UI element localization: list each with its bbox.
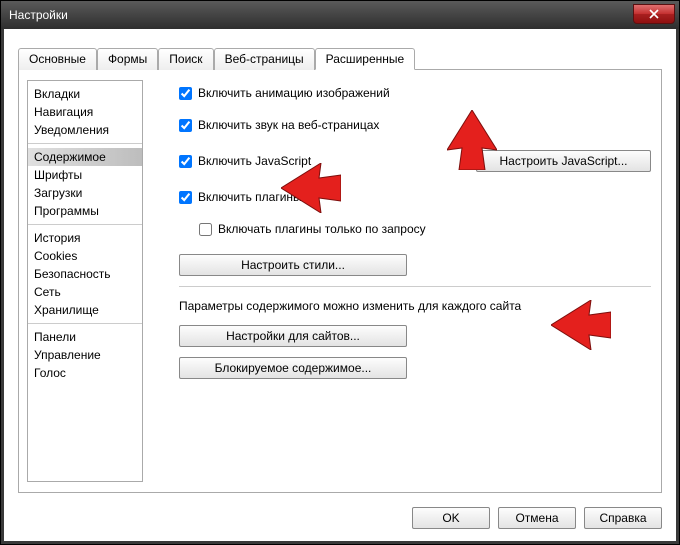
per-site-text: Параметры содержимого можно изменить для… <box>179 299 651 313</box>
sidebar-group-3: Панели Управление Голос <box>28 324 142 386</box>
label-enable-sound: Включить звук на веб-страницах <box>198 118 379 132</box>
site-settings-button[interactable]: Настройки для сайтов... <box>179 325 407 347</box>
content-pane: Включить анимацию изображений Включить з… <box>151 80 651 482</box>
tab-panel-advanced: Вкладки Навигация Уведомления Содержимое… <box>18 69 662 493</box>
sidebar: Вкладки Навигация Уведомления Содержимое… <box>27 80 143 482</box>
sidebar-group-0: Вкладки Навигация Уведомления <box>28 81 142 144</box>
sidebar-group-1: Содержимое Шрифты Загрузки Программы <box>28 144 142 225</box>
sidebar-item-navigation[interactable]: Навигация <box>28 103 142 121</box>
titlebar: Настройки <box>1 1 679 29</box>
checkbox-enable-js[interactable] <box>179 155 192 168</box>
sidebar-item-content[interactable]: Содержимое <box>28 148 142 166</box>
dialog-title: Настройки <box>9 8 68 22</box>
cancel-button[interactable]: Отмена <box>498 507 576 529</box>
configure-js-button[interactable]: Настроить JavaScript... <box>476 150 651 172</box>
sidebar-item-network[interactable]: Сеть <box>28 283 142 301</box>
tab-forms[interactable]: Формы <box>97 48 158 70</box>
blocked-content-button[interactable]: Блокируемое содержимое... <box>179 357 407 379</box>
blocked-content-block: Блокируемое содержимое... <box>179 357 651 379</box>
close-icon <box>649 9 659 19</box>
sidebar-group-2: История Cookies Безопасность Сеть Хранил… <box>28 225 142 324</box>
tab-strip: Основные Формы Поиск Веб-страницы Расшир… <box>18 47 662 69</box>
sidebar-item-tabs[interactable]: Вкладки <box>28 85 142 103</box>
checkbox-enable-plugins[interactable] <box>179 191 192 204</box>
dialog-button-bar: OK Отмена Справка <box>412 507 662 529</box>
close-button[interactable] <box>633 4 675 24</box>
label-enable-plugins: Включить плагины <box>198 190 302 204</box>
row-enable-sound: Включить звук на веб-страницах <box>179 118 651 132</box>
settings-dialog: Настройки Основные Формы Поиск Веб-стран… <box>0 0 680 545</box>
sidebar-item-fonts[interactable]: Шрифты <box>28 166 142 184</box>
row-enable-animation: Включить анимацию изображений <box>179 86 651 100</box>
sidebar-item-storage[interactable]: Хранилище <box>28 301 142 319</box>
label-enable-js: Включить JavaScript <box>198 154 311 168</box>
sidebar-item-security[interactable]: Безопасность <box>28 265 142 283</box>
tab-area: Основные Формы Поиск Веб-страницы Расшир… <box>18 47 662 493</box>
sidebar-item-panels[interactable]: Панели <box>28 328 142 346</box>
sidebar-item-management[interactable]: Управление <box>28 346 142 364</box>
row-enable-js: Включить JavaScript Настроить JavaScript… <box>179 150 651 172</box>
sidebar-item-cookies[interactable]: Cookies <box>28 247 142 265</box>
row-plugins-on-demand: Включать плагины только по запросу <box>199 222 651 236</box>
tab-main[interactable]: Основные <box>18 48 97 70</box>
configure-styles-button[interactable]: Настроить стили... <box>179 254 407 276</box>
sidebar-item-notifications[interactable]: Уведомления <box>28 121 142 139</box>
checkbox-enable-sound[interactable] <box>179 119 192 132</box>
styles-button-block: Настроить стили... <box>179 254 651 276</box>
label-plugins-on-demand: Включать плагины только по запросу <box>218 222 426 236</box>
tab-webpages[interactable]: Веб-страницы <box>214 48 315 70</box>
ok-button[interactable]: OK <box>412 507 490 529</box>
checkbox-enable-animation[interactable] <box>179 87 192 100</box>
sidebar-item-history[interactable]: История <box>28 229 142 247</box>
tab-search[interactable]: Поиск <box>158 48 213 70</box>
divider <box>179 286 651 287</box>
label-enable-animation: Включить анимацию изображений <box>198 86 390 100</box>
sidebar-item-downloads[interactable]: Загрузки <box>28 184 142 202</box>
tab-advanced[interactable]: Расширенные <box>315 48 416 70</box>
help-button[interactable]: Справка <box>584 507 662 529</box>
dialog-body: Основные Формы Поиск Веб-страницы Расшир… <box>1 29 679 544</box>
site-settings-block: Настройки для сайтов... <box>179 325 651 347</box>
sidebar-item-voice[interactable]: Голос <box>28 364 142 382</box>
checkbox-plugins-on-demand[interactable] <box>199 223 212 236</box>
row-enable-plugins: Включить плагины <box>179 190 651 204</box>
sidebar-item-programs[interactable]: Программы <box>28 202 142 220</box>
